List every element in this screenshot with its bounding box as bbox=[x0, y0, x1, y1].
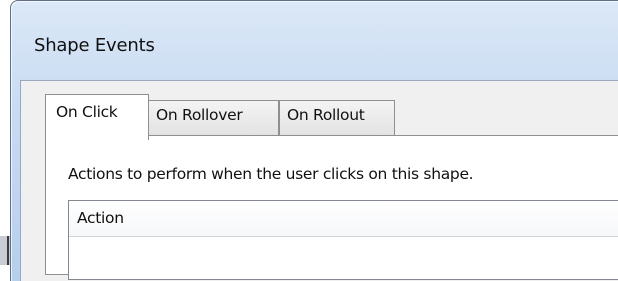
actions-list[interactable]: Action bbox=[68, 200, 618, 280]
actions-list-header: Action bbox=[69, 201, 618, 237]
tab-on-click[interactable]: On Click bbox=[45, 94, 149, 140]
background-window-border bbox=[7, 236, 9, 265]
tab-on-rollover[interactable]: On Rollover bbox=[148, 100, 279, 136]
column-header-action[interactable]: Action bbox=[77, 209, 124, 227]
tab-on-rollout[interactable]: On Rollout bbox=[279, 100, 395, 136]
panel-description: Actions to perform when the user clicks … bbox=[68, 165, 474, 183]
dialog-title: Shape Events bbox=[34, 35, 155, 56]
